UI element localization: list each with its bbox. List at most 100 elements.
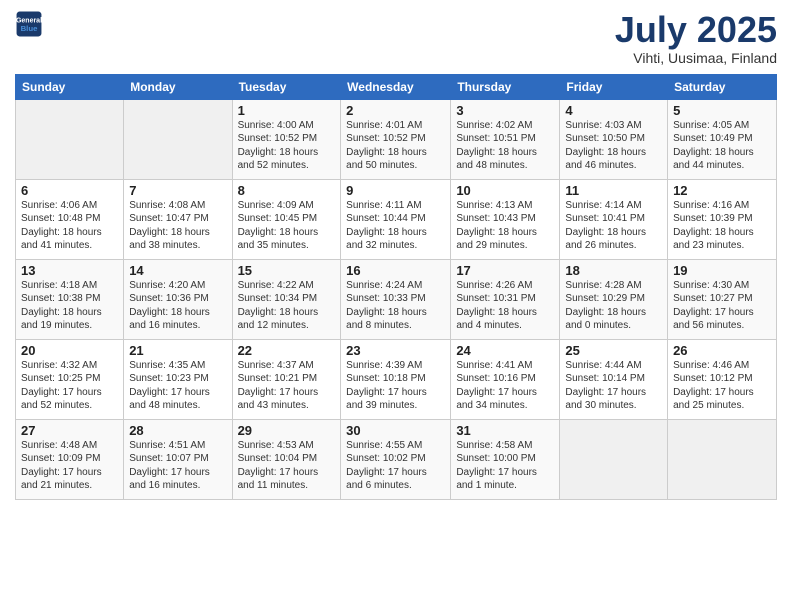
day-cell: 31Sunrise: 4:58 AM Sunset: 10:00 PM Dayl… — [451, 419, 560, 499]
day-cell: 5Sunrise: 4:05 AM Sunset: 10:49 PM Dayli… — [668, 99, 777, 179]
day-info: Sunrise: 4:20 AM Sunset: 10:36 PM Daylig… — [129, 279, 226, 333]
day-info: Sunrise: 4:35 AM Sunset: 10:23 PM Daylig… — [129, 359, 226, 413]
day-info: Sunrise: 4:32 AM Sunset: 10:25 PM Daylig… — [21, 359, 118, 413]
day-info: Sunrise: 4:30 AM Sunset: 10:27 PM Daylig… — [673, 279, 771, 333]
day-info: Sunrise: 4:51 AM Sunset: 10:07 PM Daylig… — [129, 439, 226, 493]
day-cell: 27Sunrise: 4:48 AM Sunset: 10:09 PM Dayl… — [16, 419, 124, 499]
day-info: Sunrise: 4:48 AM Sunset: 10:09 PM Daylig… — [21, 439, 118, 493]
day-number: 31 — [456, 423, 554, 438]
day-info: Sunrise: 4:58 AM Sunset: 10:00 PM Daylig… — [456, 439, 554, 493]
day-info: Sunrise: 4:18 AM Sunset: 10:38 PM Daylig… — [21, 279, 118, 333]
day-number: 1 — [238, 103, 336, 118]
day-number: 30 — [346, 423, 445, 438]
day-number: 5 — [673, 103, 771, 118]
day-info: Sunrise: 4:37 AM Sunset: 10:21 PM Daylig… — [238, 359, 336, 413]
title-block: July 2025 Vihti, Uusimaa, Finland — [615, 10, 777, 66]
day-number: 29 — [238, 423, 336, 438]
day-number: 22 — [238, 343, 336, 358]
day-info: Sunrise: 4:44 AM Sunset: 10:14 PM Daylig… — [565, 359, 662, 413]
day-info: Sunrise: 4:03 AM Sunset: 10:50 PM Daylig… — [565, 119, 662, 173]
day-cell: 29Sunrise: 4:53 AM Sunset: 10:04 PM Dayl… — [232, 419, 341, 499]
day-number: 21 — [129, 343, 226, 358]
day-number: 12 — [673, 183, 771, 198]
week-row-5: 27Sunrise: 4:48 AM Sunset: 10:09 PM Dayl… — [16, 419, 777, 499]
week-row-2: 6Sunrise: 4:06 AM Sunset: 10:48 PM Dayli… — [16, 179, 777, 259]
day-cell: 4Sunrise: 4:03 AM Sunset: 10:50 PM Dayli… — [560, 99, 668, 179]
day-cell: 3Sunrise: 4:02 AM Sunset: 10:51 PM Dayli… — [451, 99, 560, 179]
col-header-saturday: Saturday — [668, 74, 777, 99]
day-info: Sunrise: 4:16 AM Sunset: 10:39 PM Daylig… — [673, 199, 771, 253]
day-info: Sunrise: 4:55 AM Sunset: 10:02 PM Daylig… — [346, 439, 445, 493]
day-cell: 28Sunrise: 4:51 AM Sunset: 10:07 PM Dayl… — [124, 419, 232, 499]
week-row-1: 1Sunrise: 4:00 AM Sunset: 10:52 PM Dayli… — [16, 99, 777, 179]
day-number: 28 — [129, 423, 226, 438]
day-cell: 13Sunrise: 4:18 AM Sunset: 10:38 PM Dayl… — [16, 259, 124, 339]
day-number: 15 — [238, 263, 336, 278]
day-number: 23 — [346, 343, 445, 358]
day-info: Sunrise: 4:53 AM Sunset: 10:04 PM Daylig… — [238, 439, 336, 493]
svg-text:Blue: Blue — [21, 24, 39, 33]
day-info: Sunrise: 4:00 AM Sunset: 10:52 PM Daylig… — [238, 119, 336, 173]
day-cell: 21Sunrise: 4:35 AM Sunset: 10:23 PM Dayl… — [124, 339, 232, 419]
day-number: 26 — [673, 343, 771, 358]
day-number: 2 — [346, 103, 445, 118]
day-cell: 17Sunrise: 4:26 AM Sunset: 10:31 PM Dayl… — [451, 259, 560, 339]
header-row: SundayMondayTuesdayWednesdayThursdayFrid… — [16, 74, 777, 99]
month-title: July 2025 — [615, 10, 777, 50]
day-number: 27 — [21, 423, 118, 438]
week-row-4: 20Sunrise: 4:32 AM Sunset: 10:25 PM Dayl… — [16, 339, 777, 419]
col-header-tuesday: Tuesday — [232, 74, 341, 99]
day-cell: 14Sunrise: 4:20 AM Sunset: 10:36 PM Dayl… — [124, 259, 232, 339]
day-cell: 26Sunrise: 4:46 AM Sunset: 10:12 PM Dayl… — [668, 339, 777, 419]
day-number: 9 — [346, 183, 445, 198]
day-number: 8 — [238, 183, 336, 198]
week-row-3: 13Sunrise: 4:18 AM Sunset: 10:38 PM Dayl… — [16, 259, 777, 339]
logo-icon: General Blue — [15, 10, 43, 38]
day-cell: 9Sunrise: 4:11 AM Sunset: 10:44 PM Dayli… — [341, 179, 451, 259]
day-cell: 19Sunrise: 4:30 AM Sunset: 10:27 PM Dayl… — [668, 259, 777, 339]
header: General Blue July 2025 Vihti, Uusimaa, F… — [15, 10, 777, 66]
day-number: 18 — [565, 263, 662, 278]
day-cell: 2Sunrise: 4:01 AM Sunset: 10:52 PM Dayli… — [341, 99, 451, 179]
col-header-wednesday: Wednesday — [341, 74, 451, 99]
day-info: Sunrise: 4:14 AM Sunset: 10:41 PM Daylig… — [565, 199, 662, 253]
day-number: 19 — [673, 263, 771, 278]
day-cell: 10Sunrise: 4:13 AM Sunset: 10:43 PM Dayl… — [451, 179, 560, 259]
day-number: 7 — [129, 183, 226, 198]
day-info: Sunrise: 4:39 AM Sunset: 10:18 PM Daylig… — [346, 359, 445, 413]
day-info: Sunrise: 4:46 AM Sunset: 10:12 PM Daylig… — [673, 359, 771, 413]
day-info: Sunrise: 4:22 AM Sunset: 10:34 PM Daylig… — [238, 279, 336, 333]
day-info: Sunrise: 4:06 AM Sunset: 10:48 PM Daylig… — [21, 199, 118, 253]
day-cell: 11Sunrise: 4:14 AM Sunset: 10:41 PM Dayl… — [560, 179, 668, 259]
day-cell — [16, 99, 124, 179]
day-cell: 7Sunrise: 4:08 AM Sunset: 10:47 PM Dayli… — [124, 179, 232, 259]
calendar-table: SundayMondayTuesdayWednesdayThursdayFrid… — [15, 74, 777, 500]
calendar-page: General Blue July 2025 Vihti, Uusimaa, F… — [0, 0, 792, 612]
day-number: 4 — [565, 103, 662, 118]
day-cell: 30Sunrise: 4:55 AM Sunset: 10:02 PM Dayl… — [341, 419, 451, 499]
day-info: Sunrise: 4:09 AM Sunset: 10:45 PM Daylig… — [238, 199, 336, 253]
day-number: 14 — [129, 263, 226, 278]
day-cell — [668, 419, 777, 499]
day-cell: 15Sunrise: 4:22 AM Sunset: 10:34 PM Dayl… — [232, 259, 341, 339]
day-number: 6 — [21, 183, 118, 198]
day-number: 10 — [456, 183, 554, 198]
day-info: Sunrise: 4:05 AM Sunset: 10:49 PM Daylig… — [673, 119, 771, 173]
day-cell: 12Sunrise: 4:16 AM Sunset: 10:39 PM Dayl… — [668, 179, 777, 259]
day-number: 13 — [21, 263, 118, 278]
col-header-friday: Friday — [560, 74, 668, 99]
day-number: 24 — [456, 343, 554, 358]
day-info: Sunrise: 4:13 AM Sunset: 10:43 PM Daylig… — [456, 199, 554, 253]
day-cell: 18Sunrise: 4:28 AM Sunset: 10:29 PM Dayl… — [560, 259, 668, 339]
day-info: Sunrise: 4:08 AM Sunset: 10:47 PM Daylig… — [129, 199, 226, 253]
day-number: 11 — [565, 183, 662, 198]
day-cell: 23Sunrise: 4:39 AM Sunset: 10:18 PM Dayl… — [341, 339, 451, 419]
col-header-monday: Monday — [124, 74, 232, 99]
day-cell: 24Sunrise: 4:41 AM Sunset: 10:16 PM Dayl… — [451, 339, 560, 419]
day-number: 17 — [456, 263, 554, 278]
day-cell: 6Sunrise: 4:06 AM Sunset: 10:48 PM Dayli… — [16, 179, 124, 259]
day-cell — [124, 99, 232, 179]
day-cell: 1Sunrise: 4:00 AM Sunset: 10:52 PM Dayli… — [232, 99, 341, 179]
day-info: Sunrise: 4:28 AM Sunset: 10:29 PM Daylig… — [565, 279, 662, 333]
day-cell: 20Sunrise: 4:32 AM Sunset: 10:25 PM Dayl… — [16, 339, 124, 419]
